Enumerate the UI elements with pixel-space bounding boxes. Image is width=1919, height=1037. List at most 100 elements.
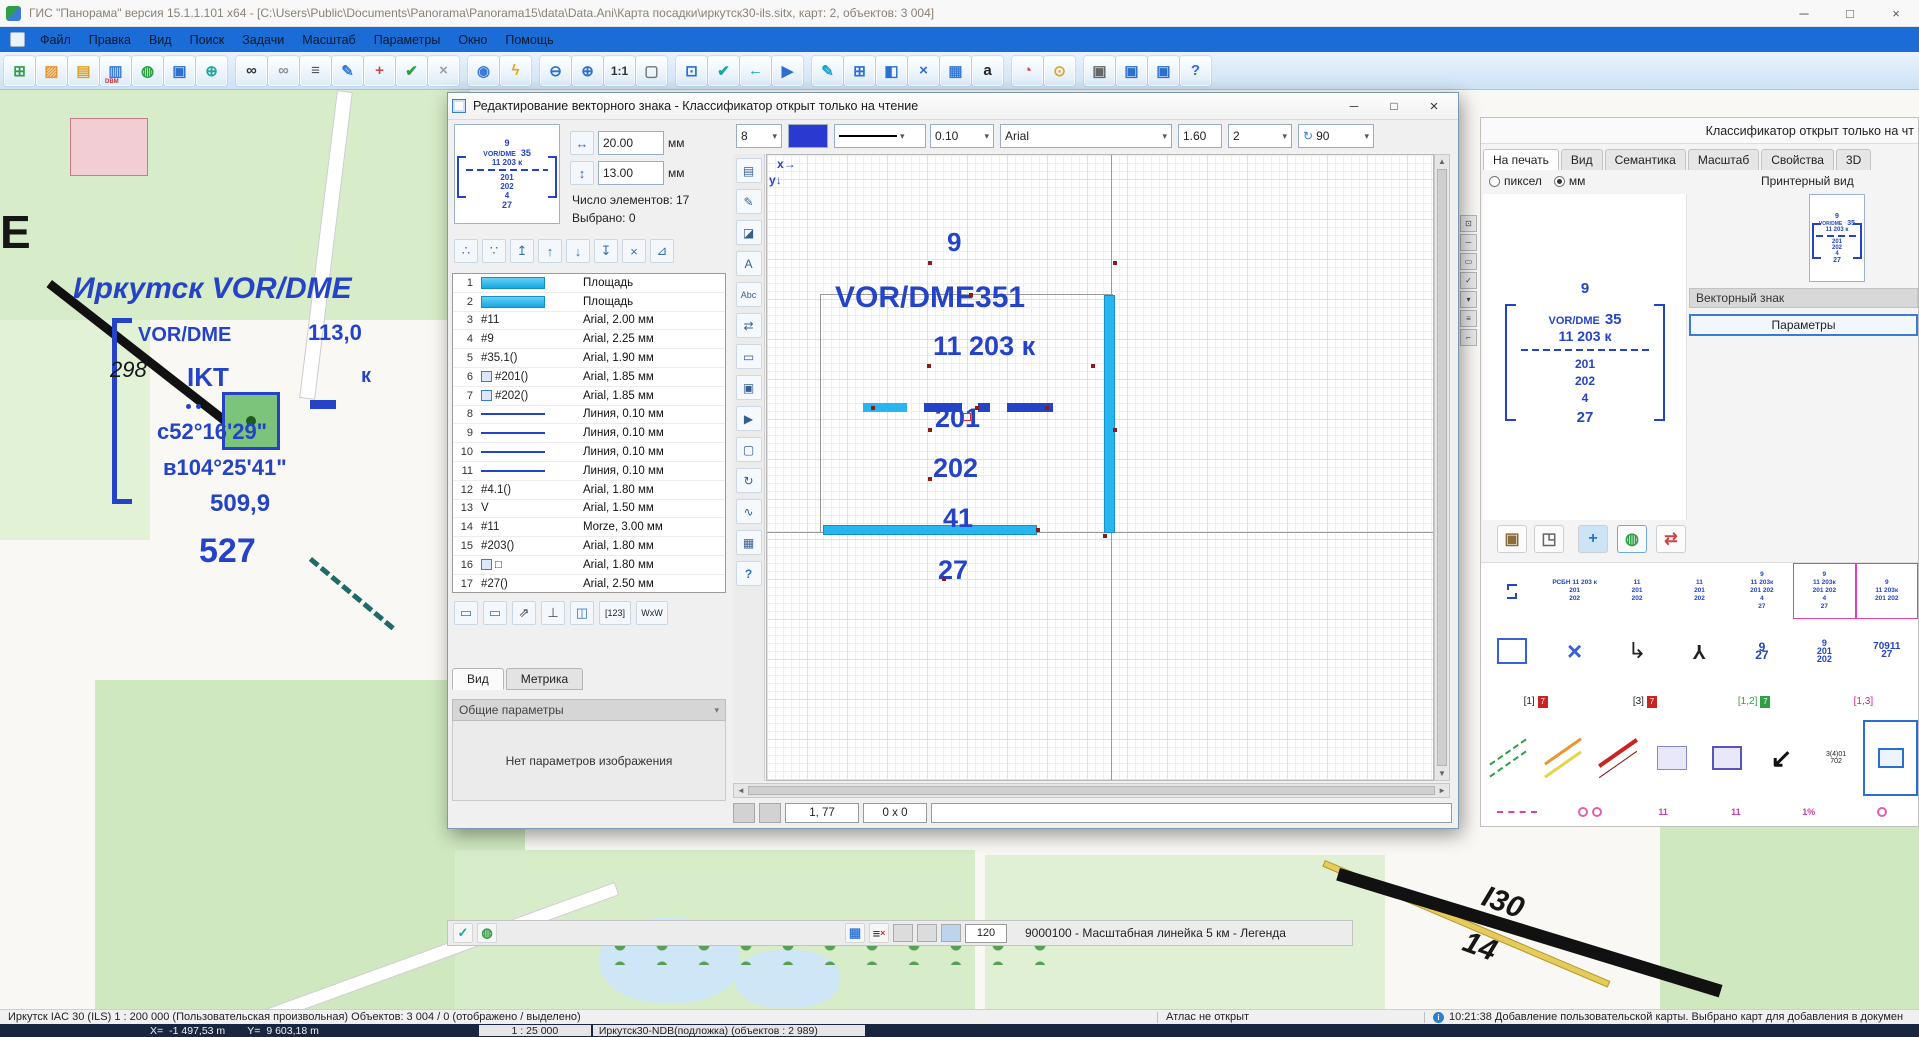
line-width-select[interactable]: 0.10 ▾ — [930, 124, 994, 148]
text-abc-tool-icon[interactable]: Abc — [735, 282, 762, 307]
scroll-down-icon[interactable]: ▼ — [1438, 769, 1446, 778]
digits-icon[interactable]: [123] — [599, 601, 631, 625]
vertex-handle[interactable] — [942, 577, 946, 581]
table-row[interactable]: 2 Площадь — [453, 293, 725, 312]
menu-window[interactable]: Окно — [449, 30, 496, 50]
menu-file[interactable]: Файл — [31, 30, 80, 50]
database-icon[interactable]: ▥ DBM — [100, 55, 131, 86]
print-map-icon[interactable]: ▣ — [1116, 55, 1147, 86]
tab-print[interactable]: На печать — [1483, 149, 1559, 170]
table-row[interactable]: 11 Линия, 0.10 мм — [453, 462, 725, 481]
table-row[interactable]: 6 #201() Arial, 1.85 мм — [453, 368, 725, 387]
undo-move-icon[interactable]: ← — [740, 55, 771, 86]
map-grid-icon[interactable]: ⊞ — [844, 55, 875, 86]
scroll-right-icon[interactable]: ► — [1438, 786, 1446, 795]
palette-cell-vordme-sign-partial[interactable]: 9 11 203к 201 202 — [1855, 563, 1918, 619]
exchange-icon[interactable]: ⇄ — [1656, 525, 1686, 553]
box-3d-icon[interactable]: ◳ — [1534, 525, 1564, 553]
vertex-handle[interactable] — [1113, 428, 1117, 432]
globe-mode-icon[interactable]: ◍ — [1617, 525, 1647, 553]
balance-icon[interactable]: ⊥ — [541, 601, 565, 625]
new-map-icon[interactable]: ⊞ — [4, 55, 35, 86]
layers-icon[interactable]: ▣ — [164, 55, 195, 86]
plane-icon[interactable]: ⇗ — [512, 601, 536, 625]
mini-button[interactable]: ▾ — [1460, 291, 1477, 308]
search-remove-icon[interactable]: ∞ — [268, 55, 299, 86]
menu-tasks[interactable]: Задачи — [233, 30, 293, 50]
active-map-field[interactable]: Иркутск30-NDB(подложка) (объектов : 2 98… — [592, 1025, 865, 1037]
tab-3d[interactable]: 3D — [1835, 149, 1872, 170]
palette-cell-vordme-sign-selected[interactable]: 9 11 203к 201 202 4 27 — [1793, 563, 1856, 619]
rect-tool-icon[interactable]: ▭ — [735, 344, 762, 369]
palette-cell-cross-arrows[interactable]: × — [1543, 619, 1605, 683]
palette-cell-vordme-sign[interactable]: 9 11 203к 201 202 4 27 — [1731, 563, 1793, 619]
sign-height-input[interactable]: 13.00 — [598, 161, 664, 185]
help-tool-icon[interactable]: ? — [735, 561, 762, 586]
menu-edit[interactable]: Правка — [80, 30, 140, 50]
palette-cell-702[interactable]: 3(4)01 702 — [1809, 720, 1864, 796]
sign-edit-canvas[interactable]: x→ y↓ 9 VOR/DME351 11 203 к 201 202 41 2… — [766, 154, 1434, 781]
color-swatch[interactable] — [788, 124, 828, 148]
menu-parameters[interactable]: Параметры — [365, 30, 450, 50]
palette-cell-9-201-202[interactable]: 9 201 202 — [1793, 619, 1855, 683]
vertex-handle[interactable] — [871, 406, 875, 410]
palette-cell-lavender-square-2[interactable] — [1700, 720, 1755, 796]
mirror-tool-icon[interactable]: ⇄ — [735, 313, 762, 338]
tab-properties[interactable]: Свойства — [1761, 149, 1834, 170]
fill-rect-tool-icon[interactable]: ▣ — [735, 375, 762, 400]
confirm-icon[interactable]: ✔ — [396, 55, 427, 86]
maximize-button[interactable]: □ — [1827, 0, 1873, 26]
mini-button[interactable]: ─ — [1460, 234, 1477, 251]
font-size-select[interactable]: 8 ▾ — [736, 124, 782, 148]
mini-button[interactable]: ⊡ — [1460, 215, 1477, 232]
vertex-handle[interactable] — [1103, 534, 1107, 538]
print-list-icon[interactable]: ▣ — [1148, 55, 1179, 86]
vertex-handle[interactable] — [1036, 528, 1040, 532]
sphere-view-icon[interactable]: ◉ — [468, 55, 499, 86]
palette-icon[interactable]: ◔ — [1012, 55, 1043, 86]
palette-cell-code-1[interactable]: [1] 7 — [1481, 683, 1590, 720]
palette-cell-percent[interactable]: 1% — [1772, 796, 1845, 826]
palette-cell-lavender-square[interactable] — [1645, 720, 1700, 796]
vertex-handle[interactable] — [928, 428, 932, 432]
text-label-icon[interactable]: a — [972, 55, 1003, 86]
table-row[interactable]: 16 □ Arial, 1.80 мм — [453, 556, 725, 575]
vscroll-thumb[interactable] — [1437, 169, 1447, 766]
move-up-icon[interactable]: ↑ — [538, 239, 562, 263]
radio-mm[interactable] — [1553, 175, 1565, 187]
palette-cell-marks[interactable] — [1481, 563, 1543, 619]
table-row[interactable]: 5 #35.1() Arial, 1.90 мм — [453, 349, 725, 368]
move-bottom-icon[interactable]: ↧ — [594, 239, 618, 263]
palette-cell-red-line[interactable] — [1590, 720, 1645, 796]
image-tool-icon[interactable]: ▦ — [735, 530, 762, 555]
move-top-icon[interactable]: ↥ — [510, 239, 534, 263]
dialog-close-button[interactable]: × — [1414, 95, 1454, 118]
table-row[interactable]: 9 Линия, 0.10 мм — [453, 424, 725, 444]
menu-search[interactable]: Поиск — [181, 30, 234, 50]
legend-list-remove-icon[interactable]: ≡ × — [869, 923, 889, 943]
print-icon[interactable]: ▣ — [1084, 55, 1115, 86]
font-family-select[interactable]: Arial ▾ — [1000, 124, 1172, 148]
palette-cell-blue-square-selected[interactable] — [1863, 720, 1918, 796]
table-row[interactable]: 8 Линия, 0.10 мм — [453, 406, 725, 425]
canvas-text-201[interactable]: 201 — [935, 403, 980, 434]
tab-scale[interactable]: Масштаб — [1687, 149, 1760, 170]
table-row[interactable]: 4 #9 Arial, 2.25 мм — [453, 330, 725, 350]
table-row[interactable]: 12 #4.1() Arial, 1.80 мм — [453, 481, 725, 500]
vertex-handle[interactable] — [975, 406, 979, 410]
palette-cell-code-3[interactable]: [3] 7 — [1590, 683, 1699, 720]
scale-field[interactable]: 1 : 25 000 — [478, 1025, 591, 1037]
palette-cell-9-27[interactable]: 9 27 — [1731, 619, 1793, 683]
scale-1-1-button[interactable]: 1:1 — [604, 55, 635, 86]
tab-semantics[interactable]: Семантика — [1604, 149, 1686, 170]
mini-button[interactable]: ≡ — [1460, 310, 1477, 327]
geoportal-icon[interactable]: ◍ — [132, 55, 163, 86]
palette-cell-rsbn[interactable]: РСБН 11 203 к 201 202 — [1543, 563, 1605, 619]
text-height-input[interactable]: 1.60 — [1178, 124, 1222, 148]
legend-globe-icon[interactable]: ◍ — [477, 923, 497, 943]
table-row[interactable]: 1 Площадь — [453, 274, 725, 293]
mini-button[interactable]: ✓ — [1460, 272, 1477, 289]
table-row[interactable]: 10 Линия, 0.10 мм — [453, 443, 725, 462]
cursor-tool-icon[interactable]: ▶ — [735, 406, 762, 431]
count-select[interactable]: 2 ▾ — [1228, 124, 1292, 148]
